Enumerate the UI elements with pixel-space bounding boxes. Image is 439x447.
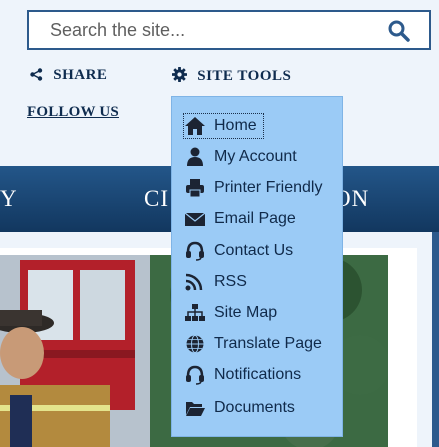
nav-item-1[interactable]: Y xyxy=(0,186,18,212)
nav-item-2[interactable]: CI xyxy=(144,186,169,212)
menu-item-translate-page[interactable]: Translate Page xyxy=(184,332,328,356)
folder-open-icon xyxy=(186,402,205,416)
menu-item-my-account[interactable]: My Account xyxy=(184,145,303,169)
menu-item-label: Email Page xyxy=(214,210,296,227)
site-tools-label: SITE TOOLS xyxy=(197,68,292,84)
printer-icon xyxy=(186,179,204,198)
site-tools-dropdown: Home My Account Printer Friendly Email P… xyxy=(171,96,343,437)
globe-icon xyxy=(186,335,204,353)
menu-item-label: Documents xyxy=(214,399,295,416)
menu-item-label: Printer Friendly xyxy=(214,179,323,196)
menu-item-home[interactable]: Home xyxy=(183,113,264,139)
user-icon xyxy=(187,147,203,166)
menu-item-label: Site Map xyxy=(214,304,278,321)
menu-item-documents[interactable]: Documents xyxy=(184,396,301,420)
menu-item-email-page[interactable]: Email Page xyxy=(184,207,302,231)
menu-item-label: Translate Page xyxy=(214,335,322,352)
sitemap-icon xyxy=(185,304,205,321)
search-input[interactable] xyxy=(29,12,369,48)
menu-item-label: Notifications xyxy=(214,366,302,383)
menu-item-label: My Account xyxy=(214,148,297,165)
envelope-icon xyxy=(184,212,206,226)
share-button[interactable]: SHARE xyxy=(30,67,107,84)
menu-item-label: Contact Us xyxy=(214,242,294,259)
menu-item-printer-friendly[interactable]: Printer Friendly xyxy=(184,176,328,200)
share-label: SHARE xyxy=(53,67,108,83)
site-search xyxy=(27,10,431,50)
menu-item-site-map[interactable]: Site Map xyxy=(184,301,283,325)
menu-item-notifications[interactable]: Notifications xyxy=(184,363,307,387)
home-icon xyxy=(185,117,205,135)
share-icon xyxy=(30,67,53,83)
headset-icon xyxy=(186,241,204,261)
follow-us-link[interactable]: FOLLOW US xyxy=(27,104,119,121)
rss-icon xyxy=(185,273,203,291)
menu-item-contact-us[interactable]: Contact Us xyxy=(184,239,299,263)
menu-item-rss[interactable]: RSS xyxy=(184,270,253,294)
menu-item-label: RSS xyxy=(214,273,247,290)
search-icon[interactable] xyxy=(387,19,411,43)
headset-icon xyxy=(186,365,204,385)
site-tools-button[interactable]: SITE TOOLS xyxy=(172,67,291,85)
sidebar-strip xyxy=(432,232,439,447)
menu-item-label: Home xyxy=(214,117,257,134)
gear-icon xyxy=(172,67,197,84)
